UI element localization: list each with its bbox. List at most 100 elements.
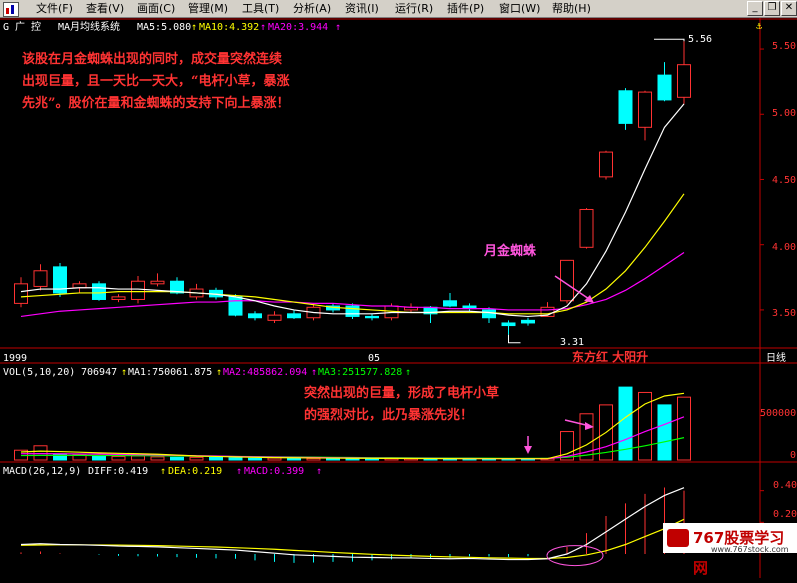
price-tick: 4.50 xyxy=(772,175,797,186)
menu-help[interactable]: 帮助(H) xyxy=(550,1,593,16)
menu-info[interactable]: 资讯(I) xyxy=(343,1,381,16)
ma5-arrow: ↑ xyxy=(191,22,198,33)
macd-dea: DEA:0.219 xyxy=(168,466,223,477)
site-logo: 767股票学习网 www.767stock.com xyxy=(663,523,797,577)
volume-bar-up xyxy=(267,457,282,461)
candle-body-down xyxy=(228,296,243,316)
candle-body-down xyxy=(365,315,379,319)
logo-subtext: www.767stock.com xyxy=(711,545,789,554)
vol-ma2: MA2:485862.094 xyxy=(223,367,308,378)
volume-bar-down xyxy=(248,457,262,461)
candle-body-up xyxy=(131,280,145,300)
menu-bar: 文件(F) 查看(V) 画面(C) 管理(M) 工具(T) 分析(A) 资讯(I… xyxy=(0,0,797,18)
minimize-button[interactable]: _ xyxy=(747,1,763,16)
volume-annotation-2: 的强烈对比，此乃暴涨先兆！ xyxy=(304,408,474,423)
volume-bar-up xyxy=(33,445,48,461)
menu-run[interactable]: 运行(R) xyxy=(393,1,435,16)
volume-bar-up xyxy=(150,456,165,461)
dea-line xyxy=(20,518,685,560)
macd-diff: DIFF:0.419 xyxy=(88,466,149,477)
logo-icon xyxy=(667,529,689,547)
price-tick: 4.00 xyxy=(772,242,797,253)
candle-body-down xyxy=(248,313,262,319)
vol-ma2-arrow: ↑ xyxy=(311,367,318,378)
menu-view[interactable]: 查看(V) xyxy=(84,1,126,16)
annotation-line-3: 先兆”。股价在量和金蜘蛛的支持下向上暴涨！ xyxy=(22,96,290,111)
vol-ma1-arrow: ↑ xyxy=(216,367,223,378)
volume-bar-down xyxy=(53,453,67,461)
menu-plugins[interactable]: 插件(P) xyxy=(445,1,486,16)
annotation-line-1: 该股在月金蜘蛛出现的同时，成交量突然连续 xyxy=(22,52,283,67)
diff-line xyxy=(20,487,685,561)
restore-button[interactable]: ❐ xyxy=(764,1,780,16)
vol-value: 706947 xyxy=(81,367,118,378)
anchor-icon[interactable]: ⚓ xyxy=(756,21,762,33)
volume-bar-down xyxy=(287,457,301,461)
high-price-label: 5.56 xyxy=(688,34,713,45)
app-icon[interactable] xyxy=(3,2,19,17)
vol-arrow: ↑ xyxy=(121,367,128,378)
candle-body-up xyxy=(33,270,48,287)
volume-bar-down xyxy=(170,456,184,461)
menu-analysis[interactable]: 分析(A) xyxy=(291,1,333,16)
chart-area[interactable]: G 广 控 MA月均线系统 MA5:5.080 ↑ MA10:4.392 ↑ M… xyxy=(0,18,797,578)
macd-arrow: ↑ xyxy=(316,466,323,477)
stock-code: G 广 控 xyxy=(3,22,42,33)
candle-body-down xyxy=(482,309,496,319)
volume-arrowhead-1 xyxy=(524,446,532,454)
volume-bar-up xyxy=(189,456,204,461)
candle-body-up xyxy=(599,151,613,178)
candle-body-up xyxy=(111,296,126,300)
macd-tick: 0.20 xyxy=(773,509,797,520)
price-tick: 3.50 xyxy=(772,308,797,319)
candle-body-up xyxy=(14,283,28,304)
menu-tools[interactable]: 工具(T) xyxy=(240,1,281,16)
volume-bar-up xyxy=(111,455,126,461)
ma-system-label: MA月均线系统 xyxy=(58,22,121,33)
volume-bar-up xyxy=(131,455,145,461)
menu-screen[interactable]: 画面(C) xyxy=(135,1,177,16)
menu-window[interactable]: 窗口(W) xyxy=(497,1,542,16)
ma20-value: MA20:3.944 xyxy=(268,22,329,33)
vol-tick: 500000 xyxy=(760,408,797,419)
macd-dea-arrow: ↑ xyxy=(236,466,243,477)
macd-label: MACD(26,12,9) xyxy=(3,466,82,477)
volume-bar-up xyxy=(677,396,691,461)
volume-annotation-1: 突然出现的巨量，形成了电杆小草 xyxy=(304,386,500,401)
macd-tick: 0.40 xyxy=(773,480,797,491)
menu-file[interactable]: 文件(F) xyxy=(34,1,75,16)
ma20-arrow: ↑ xyxy=(335,22,342,33)
candle-body-down xyxy=(92,283,106,300)
volume-bar-down xyxy=(209,457,223,461)
candle-body-down xyxy=(501,322,516,327)
candle-body-up xyxy=(579,208,594,248)
macd-diff-arrow: ↑ xyxy=(160,466,167,477)
close-button[interactable]: ✕ xyxy=(781,1,797,16)
candle-body-up xyxy=(638,91,652,128)
stock-name-label: 东方红 大阳升 xyxy=(572,350,649,364)
candle-body-down xyxy=(443,300,457,307)
candle-body-down xyxy=(657,74,672,101)
volume-bar-down xyxy=(657,404,672,461)
candle-body-down xyxy=(287,313,301,319)
ma10-arrow: ↑ xyxy=(260,22,267,33)
candle-body-down xyxy=(521,319,535,324)
candle-body-up xyxy=(267,314,282,321)
vol-tick: 0 xyxy=(790,450,797,461)
golden-cross-circle xyxy=(546,545,604,567)
candle-body-up xyxy=(150,280,165,285)
spider-label: 月金蜘蛛 xyxy=(484,244,537,259)
time-axis-year: 1999 xyxy=(3,353,28,364)
period-daily[interactable]: 日线 xyxy=(766,353,786,365)
annotation-line-2: 出现巨量，且一天比一天大，“电杆小草，暴涨 xyxy=(22,74,290,89)
vol-ma3: MA3:251577.828 xyxy=(318,367,403,378)
volume-bar-down xyxy=(228,457,243,461)
candle-body-down xyxy=(345,305,360,317)
candle-body-up xyxy=(677,64,691,98)
macd-value: MACD:0.399 xyxy=(244,466,305,477)
menu-manage[interactable]: 管理(M) xyxy=(186,1,230,16)
volume-bar-down xyxy=(92,455,106,461)
vol-label: VOL(5,10,20) xyxy=(3,367,76,378)
vol-ma3-arrow: ↑ xyxy=(405,367,412,378)
time-axis-month: 05 xyxy=(368,353,381,364)
